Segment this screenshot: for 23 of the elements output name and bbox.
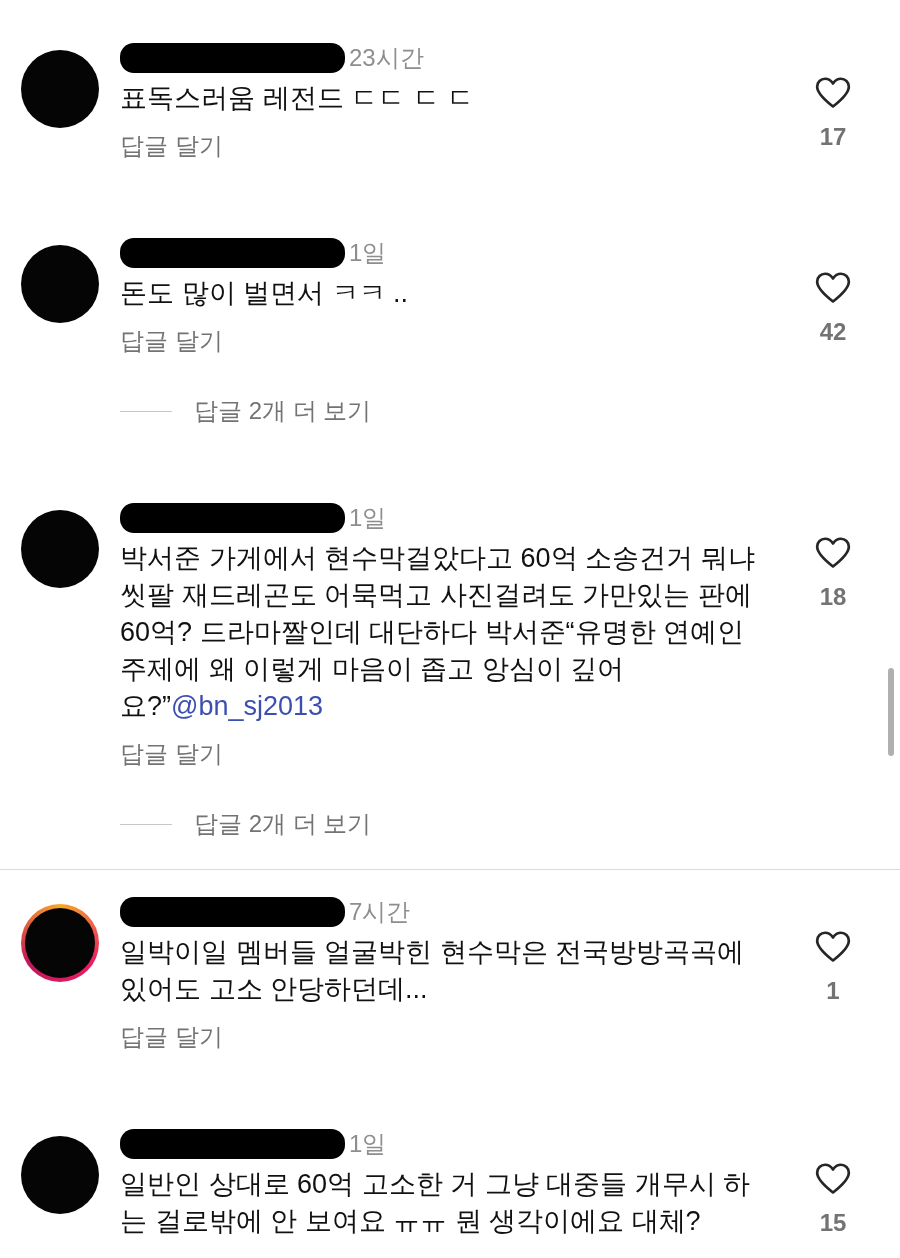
reply-button[interactable]: 답글 달기 — [120, 739, 223, 769]
reply-button[interactable]: 답글 달기 — [120, 326, 223, 356]
comment-text: 일반인 상대로 60억 고소한 거 그냥 대중들 개무시 하는 걸로밖에 안 보여요 ㅠㅠ 뭔 생각이에요 대체? — [120, 1168, 752, 1238]
like-count: 15 — [819, 1210, 847, 1236]
comment-time: 1일 — [349, 1129, 387, 1159]
comment-text: 박서준 가게에서 현수막걸았다고 60억 소송건거 뭐냐 씻팔 재드레곤도 어묵먹고 사진걸려도 가만있는 판에 60억? 드라마짤인데 대단하다 박서준“유명한 연예인 주제에 왜 이렇게 마음이 좁고 앙심이 깊어요?”@bn_sj2013 — [120, 542, 756, 723]
comment-text: 돈도 많이 벌면서 ㅋㅋ .. — [120, 277, 409, 310]
reply-button[interactable]: 답글 달기 — [120, 1022, 223, 1052]
comment-text: 표독스러움 레전드 ㄷㄷ ㄷ ㄷ — [120, 82, 475, 115]
like-count: 18 — [819, 584, 847, 610]
scrollbar[interactable] — [888, 668, 894, 756]
comment-text: 일박이일 멤버들 얼굴박힌 현수막은 전국방방곡곡에 있어도 고소 안당하던데... — [120, 936, 745, 1006]
comment-time: 1일 — [349, 238, 387, 268]
view-replies-button[interactable]: 답글 2개 더 보기 — [194, 809, 372, 839]
like-count: 1 — [826, 978, 840, 1004]
mention-link[interactable]: @bn_sj2013 — [171, 691, 324, 721]
comment-time: 1일 — [349, 503, 387, 533]
comment-time: 7시간 — [349, 897, 411, 927]
like-count: 42 — [819, 319, 847, 345]
view-replies-button[interactable]: 답글 2개 더 보기 — [194, 396, 372, 426]
comment-time: 23시간 — [349, 43, 424, 73]
reply-button[interactable]: 답글 달기 — [120, 131, 223, 161]
like-count: 17 — [819, 124, 847, 150]
